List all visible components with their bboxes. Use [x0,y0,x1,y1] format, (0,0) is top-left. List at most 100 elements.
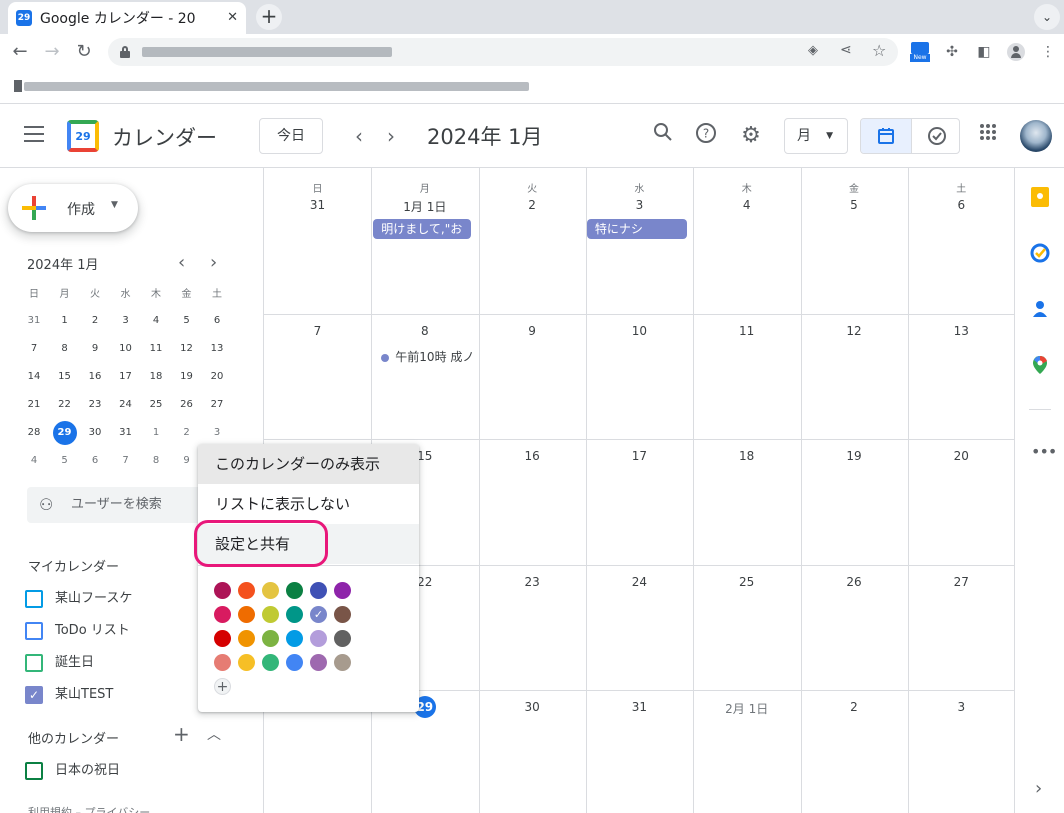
mini-day[interactable]: 2 [172,419,202,447]
day-number[interactable]: 8 [371,324,478,338]
day-number[interactable]: 12 [801,324,908,338]
mini-day[interactable]: 10 [111,335,141,363]
calendar-checkbox[interactable] [25,590,43,608]
contacts-icon[interactable] [1029,298,1051,320]
color-swatch[interactable] [238,606,255,623]
day-number[interactable]: 30 [479,700,586,714]
puzzle-icon[interactable]: ✣ [942,42,962,62]
color-swatch[interactable] [238,654,255,671]
color-swatch[interactable] [334,606,351,623]
day-number[interactable]: 31 [264,198,371,212]
color-swatch[interactable] [334,582,351,599]
back-icon[interactable]: ← [8,40,32,64]
mini-day[interactable]: 3 [202,419,232,447]
color-swatch[interactable] [334,630,351,647]
expand-panel-chevron-icon[interactable]: › [1035,778,1042,799]
color-swatch[interactable] [238,582,255,599]
day-number[interactable]: 11 [693,324,800,338]
day-number[interactable]: 13 [908,324,1015,338]
color-swatch[interactable] [286,630,303,647]
next-month-icon[interactable]: › [377,122,405,150]
account-avatar[interactable] [1020,120,1052,152]
search-icon[interactable] [649,122,677,150]
keep-icon[interactable] [1029,186,1051,208]
mini-day[interactable]: 2 [80,307,110,335]
mini-day[interactable]: 6 [202,307,232,335]
color-swatch[interactable] [310,582,327,599]
tasks-icon[interactable] [1029,242,1051,264]
color-swatch[interactable] [286,582,303,599]
day-number[interactable]: 27 [908,575,1015,589]
day-number[interactable]: 5 [801,198,908,212]
mini-day[interactable]: 28 [19,419,49,447]
mini-day[interactable]: 4 [141,307,171,335]
sidepanel-icon[interactable]: ◧ [974,42,994,62]
browser-tab[interactable]: 29 Google カレンダー - 20 ✕ [8,2,246,34]
color-swatch[interactable] [214,582,231,599]
mini-day[interactable]: 6 [80,447,110,475]
extension-new-icon[interactable]: New [910,42,930,62]
apps-grid-icon[interactable] [974,122,1002,150]
mini-day[interactable]: 8 [141,447,171,475]
mini-day[interactable]: 25 [141,391,171,419]
calendar-checkbox[interactable] [25,622,43,640]
tab-close-icon[interactable]: ✕ [227,10,238,25]
mini-day[interactable]: 23 [80,391,110,419]
mini-day[interactable]: 9 [80,335,110,363]
mini-day[interactable]: 14 [19,363,49,391]
calendar-checkbox[interactable]: ✓ [25,686,43,704]
new-tab-button[interactable]: + [256,4,282,30]
settings-gear-icon[interactable]: ⚙ [737,122,765,150]
day-number[interactable]: 2 [801,700,908,714]
search-people-input[interactable]: ⚇ ユーザーを検索 [27,487,217,523]
mini-day[interactable]: 16 [80,363,110,391]
color-swatch[interactable] [310,630,327,647]
my-calendars-title[interactable]: マイカレンダー [28,556,119,575]
day-number[interactable]: 2 [479,198,586,212]
add-other-calendar-icon[interactable]: + [173,722,190,746]
day-number[interactable]: 1月 1日 [371,198,478,215]
reload-icon[interactable]: ↻ [72,40,96,64]
share-icon[interactable]: ⋖ [840,42,852,58]
color-swatch[interactable] [214,654,231,671]
timed-event[interactable]: 午前10時 成ノ [381,348,477,365]
address-bar[interactable]: ◈ ⋖ ☆ [108,38,898,66]
day-number[interactable]: 7 [264,324,371,338]
add-custom-color-icon[interactable]: + [214,678,231,695]
color-swatch[interactable] [334,654,351,671]
mini-day[interactable]: 1 [141,419,171,447]
mini-day[interactable]: 18 [141,363,171,391]
terms-privacy-footer[interactable]: 利用規約 – プライバシー [28,804,150,813]
day-number[interactable]: 6 [908,198,1015,212]
more-horizontal-icon[interactable]: ••• [1031,442,1057,461]
help-icon[interactable]: ? [692,122,720,150]
color-swatch[interactable] [286,654,303,671]
mini-day[interactable]: 4 [19,447,49,475]
color-swatch[interactable] [238,630,255,647]
mini-day[interactable]: 27 [202,391,232,419]
mini-day[interactable]: 5 [50,447,80,475]
day-number[interactable]: 17 [586,449,693,463]
color-swatch-selected[interactable]: ✓ [310,606,327,623]
hide-from-list[interactable]: リストに表示しない [198,484,419,524]
mini-day[interactable]: 7 [19,335,49,363]
mini-day[interactable]: 7 [111,447,141,475]
browser-menu-icon[interactable]: ⋮ [1038,42,1058,62]
color-swatch[interactable] [214,606,231,623]
view-select[interactable]: 月 ▼ [784,118,848,154]
mini-day[interactable]: 11 [141,335,171,363]
day-number[interactable]: 3 [586,198,693,212]
color-swatch[interactable] [286,606,303,623]
color-swatch[interactable] [262,630,279,647]
day-number[interactable]: 24 [586,575,693,589]
mini-day[interactable]: 24 [111,391,141,419]
day-number[interactable]: 2月 1日 [693,700,800,717]
mini-day[interactable]: 31 [111,419,141,447]
bookmark-star-icon[interactable]: ☆ [872,41,886,60]
tasks-view-icon[interactable] [911,119,959,153]
prev-month-icon[interactable]: ‹ [345,122,373,150]
day-number[interactable]: 23 [479,575,586,589]
show-only-this-calendar[interactable]: このカレンダーのみ表示 [198,444,419,484]
mini-day[interactable]: 9 [172,447,202,475]
day-number[interactable]: 26 [801,575,908,589]
